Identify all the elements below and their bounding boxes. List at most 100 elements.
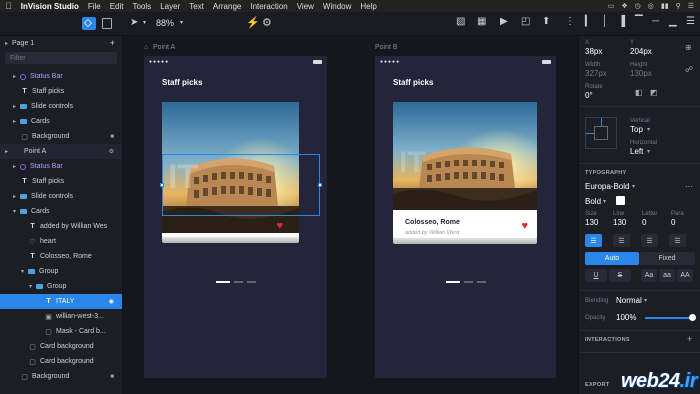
flip-vertical-icon[interactable]: ◩	[650, 88, 658, 97]
card-title[interactable]: Colosseo, Rome	[405, 219, 460, 226]
align-middle-icon[interactable]: ─	[652, 16, 659, 27]
airplay-icon[interactable]: ▭	[608, 2, 615, 10]
slide-indicator-active[interactable]	[445, 281, 460, 283]
heart-icon[interactable]: ♥	[521, 220, 528, 232]
layer-row[interactable]: ▸ Slide controls	[0, 189, 122, 204]
rotate-input[interactable]: 0°	[585, 91, 593, 100]
artboard-row[interactable]: ▸ Point A ⚙	[0, 144, 122, 159]
menu-interaction[interactable]: Interaction	[250, 2, 287, 11]
menu-layer[interactable]: Layer	[160, 2, 180, 11]
export-icon[interactable]: ⬆	[542, 16, 550, 27]
layer-row[interactable]: T Colosseo, Rome	[0, 249, 122, 264]
add-interaction-icon[interactable]: +	[687, 334, 692, 344]
resize-handle-left[interactable]	[160, 183, 164, 187]
lock-icon[interactable]: ■	[110, 374, 114, 380]
slide-indicator[interactable]	[246, 281, 256, 283]
layer-row[interactable]: T Staff picks	[0, 174, 122, 189]
strikethrough-button[interactable]: S	[609, 269, 631, 282]
artboard-settings-icon[interactable]: ⚙	[109, 148, 114, 155]
layer-row[interactable]: ▸ Cards	[0, 114, 122, 129]
align-justify-button[interactable]: ☰	[669, 234, 686, 247]
card[interactable]: IT Colosseo, Rome added by Willian West …	[393, 102, 537, 238]
dropbox-icon[interactable]: ❖	[621, 2, 627, 10]
app-name[interactable]: InVision Studio	[21, 2, 79, 11]
caret-right-icon[interactable]: ▸	[13, 118, 20, 125]
play-icon[interactable]: ▶	[500, 16, 508, 27]
y-input[interactable]: 204px	[630, 47, 652, 56]
layer-row[interactable]: ▢ Card background	[0, 339, 122, 354]
caret-down-icon[interactable]: ▾	[13, 208, 20, 215]
constraints-widget[interactable]	[585, 117, 617, 149]
slide-indicator-active[interactable]	[215, 281, 230, 283]
distribute-icon[interactable]: ☰	[686, 16, 695, 27]
layer-row[interactable]: ▸ Slide controls	[0, 99, 122, 114]
menu-text[interactable]: Text	[189, 2, 204, 11]
opacity-input[interactable]: 100%	[616, 313, 636, 322]
chevron-down-icon[interactable]: ▾	[647, 126, 650, 133]
canvas[interactable]: ⌂ Point A ●●●●● Staff picks IT ♥ Point B…	[124, 36, 578, 394]
vertical-select[interactable]: Top	[630, 125, 643, 134]
text-color-swatch[interactable]	[616, 196, 625, 205]
layer-row[interactable]: T ITALY ◉	[0, 294, 122, 309]
lightning-icon[interactable]: ⚡	[246, 16, 260, 29]
more-icon[interactable]: ⋯	[685, 182, 693, 191]
align-right-icon[interactable]: ▐	[618, 16, 625, 27]
slide-indicator[interactable]	[476, 281, 486, 283]
layer-row[interactable]: ▢ Background ■	[0, 369, 122, 384]
lock-ratio-icon[interactable]: ☍	[685, 65, 693, 74]
apple-icon[interactable]: 	[5, 1, 12, 11]
menu-list-icon[interactable]: ☰	[688, 2, 694, 10]
layer-row[interactable]: T Staff picks	[0, 84, 122, 99]
letter-input[interactable]: 0	[642, 218, 646, 227]
colosseum-image[interactable]: IT	[393, 102, 537, 210]
height-input[interactable]: 130px	[630, 69, 652, 78]
opacity-slider[interactable]	[645, 317, 693, 319]
card-subtitle[interactable]: added by Willian West	[405, 230, 459, 236]
search-icon[interactable]: ⚲	[676, 2, 681, 10]
zoom-level[interactable]: 88%	[156, 18, 174, 28]
caret-right-icon[interactable]: ▸	[13, 163, 20, 170]
layer-row[interactable]: ▢ Background ■	[0, 129, 122, 144]
chevron-down-icon[interactable]: ▾	[647, 148, 650, 155]
align-center-h-icon[interactable]: │	[602, 16, 608, 27]
visibility-eye-icon[interactable]: ◉	[109, 298, 114, 305]
size-input[interactable]: 130	[585, 218, 598, 227]
align-center-button[interactable]: ☰	[613, 234, 630, 247]
slide-indicator[interactable]	[463, 281, 473, 283]
layer-row[interactable]: ▢ Mask - Card b...	[0, 324, 122, 339]
chevron-down-icon[interactable]: ▾	[632, 183, 635, 190]
constraint-left[interactable]	[586, 133, 594, 134]
menu-window[interactable]: Window	[323, 2, 351, 11]
pointer-tool-icon[interactable]: ➤	[130, 17, 138, 28]
align-bottom-icon[interactable]: ▁	[669, 16, 677, 27]
flip-horizontal-icon[interactable]: ◧	[635, 88, 643, 97]
align-left-icon[interactable]: ▎	[585, 16, 593, 27]
staff-picks-title[interactable]: Staff picks	[393, 78, 433, 87]
caret-right-icon[interactable]: ▸	[13, 73, 20, 80]
horizontal-select[interactable]: Left	[630, 147, 643, 156]
slide-controls[interactable]	[215, 281, 256, 283]
selection-box[interactable]	[160, 154, 322, 216]
time-machine-icon[interactable]: ◷	[635, 2, 641, 10]
font-weight-select[interactable]: Bold	[585, 197, 601, 206]
uppercase-button[interactable]: AA	[677, 269, 693, 282]
more-icon[interactable]: ⋮	[565, 16, 575, 27]
caret-right-icon[interactable]: ▸	[13, 103, 20, 110]
add-page-icon[interactable]: +	[110, 38, 115, 48]
add-icon[interactable]: ⊕	[685, 43, 692, 52]
share-icon[interactable]: ◰	[521, 16, 530, 27]
artboard-point-a[interactable]: ●●●●● Staff picks IT ♥	[144, 56, 327, 378]
align-left-button[interactable]: ☰	[585, 234, 602, 247]
lowercase-button[interactable]: aa	[659, 269, 675, 282]
constraint-top[interactable]	[601, 118, 602, 126]
components-icon[interactable]	[102, 18, 112, 29]
resize-handle-right[interactable]	[318, 183, 322, 187]
caret-right-icon[interactable]: ▸	[13, 193, 20, 200]
auto-width-button[interactable]: Auto	[585, 252, 639, 265]
menu-arrange[interactable]: Arrange	[213, 2, 241, 11]
staff-picks-title[interactable]: Staff picks	[162, 78, 202, 87]
filter-input[interactable]: Filter	[5, 52, 117, 64]
font-family-select[interactable]: Europa-Bold	[585, 182, 629, 191]
battery-icon[interactable]: ▮▮	[661, 2, 669, 10]
artboard-point-b[interactable]: ●●●●● Staff picks IT Colosseo, Rome adde…	[375, 56, 556, 378]
